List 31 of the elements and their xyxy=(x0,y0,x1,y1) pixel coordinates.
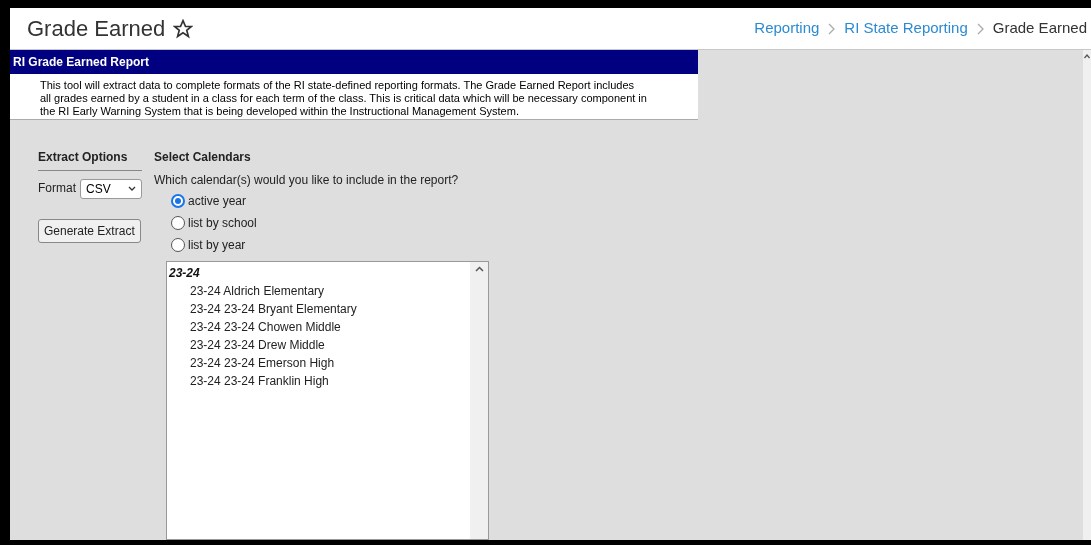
format-select[interactable]: CSV xyxy=(80,179,142,199)
breadcrumb-current: Grade Earned xyxy=(992,18,1087,39)
report-title-bar: RI Grade Earned Report xyxy=(10,50,698,74)
calendar-item[interactable]: 23-24 23-24 Drew Middle xyxy=(169,336,470,354)
scroll-up-icon[interactable] xyxy=(1084,54,1090,59)
star-icon[interactable] xyxy=(173,18,194,39)
section-heading: Select Calendars xyxy=(154,149,252,166)
chevron-icon xyxy=(828,22,836,35)
radio-option[interactable]: active year xyxy=(171,192,698,210)
section-heading: Extract Options xyxy=(38,148,142,171)
radio-option[interactable]: list by school xyxy=(171,214,698,232)
calendar-item[interactable]: 23-24 23-24 Franklin High xyxy=(169,372,470,390)
chevron-icon xyxy=(976,22,984,35)
calendar-item[interactable]: 23-24 23-24 Chowen Middle xyxy=(169,318,470,336)
format-label: Format xyxy=(38,180,76,197)
calendar-item[interactable]: 23-24 23-24 Emerson High xyxy=(169,354,470,372)
calendar-list[interactable]: 23-24 23-24 Aldrich Elementary 23-24 23-24 Bryant Elementary 23-24 23-24 Chowen Middle 23-24 23-24 Drew Middle 23-24 23-24 Emerson High 23-24 23-24 Franklin High xyxy=(166,261,489,540)
calendar-group: 23-24 xyxy=(169,264,470,282)
generate-extract-button[interactable]: Generate Extract xyxy=(38,219,141,243)
breadcrumb-link[interactable]: Reporting xyxy=(754,17,820,40)
calendar-item[interactable]: 23-24 Aldrich Elementary xyxy=(169,282,470,300)
calendar-question: Which calendar(s) would you like to include in the report? xyxy=(154,172,460,189)
calendar-item[interactable]: 23-24 23-24 Bryant Elementary xyxy=(169,300,470,318)
scroll-up-icon[interactable] xyxy=(474,266,484,272)
caret-icon xyxy=(128,186,136,192)
page-title: Grade Earned xyxy=(27,15,166,43)
scrollbar[interactable] xyxy=(470,262,488,539)
breadcrumb-link[interactable]: RI State Reporting xyxy=(844,17,968,40)
radio-option[interactable]: list by year xyxy=(171,236,698,254)
report-description: This tool will extract data to complete formats of the RI state-defined reporting formats. The Grade Earned Report includes all grades earned by a student in a class for each term of the class. This is critical data which will be necessary component in the RI Early Warning System that is being developed within the Instructional Management System. xyxy=(40,79,648,118)
scrollbar[interactable] xyxy=(1083,50,1091,540)
